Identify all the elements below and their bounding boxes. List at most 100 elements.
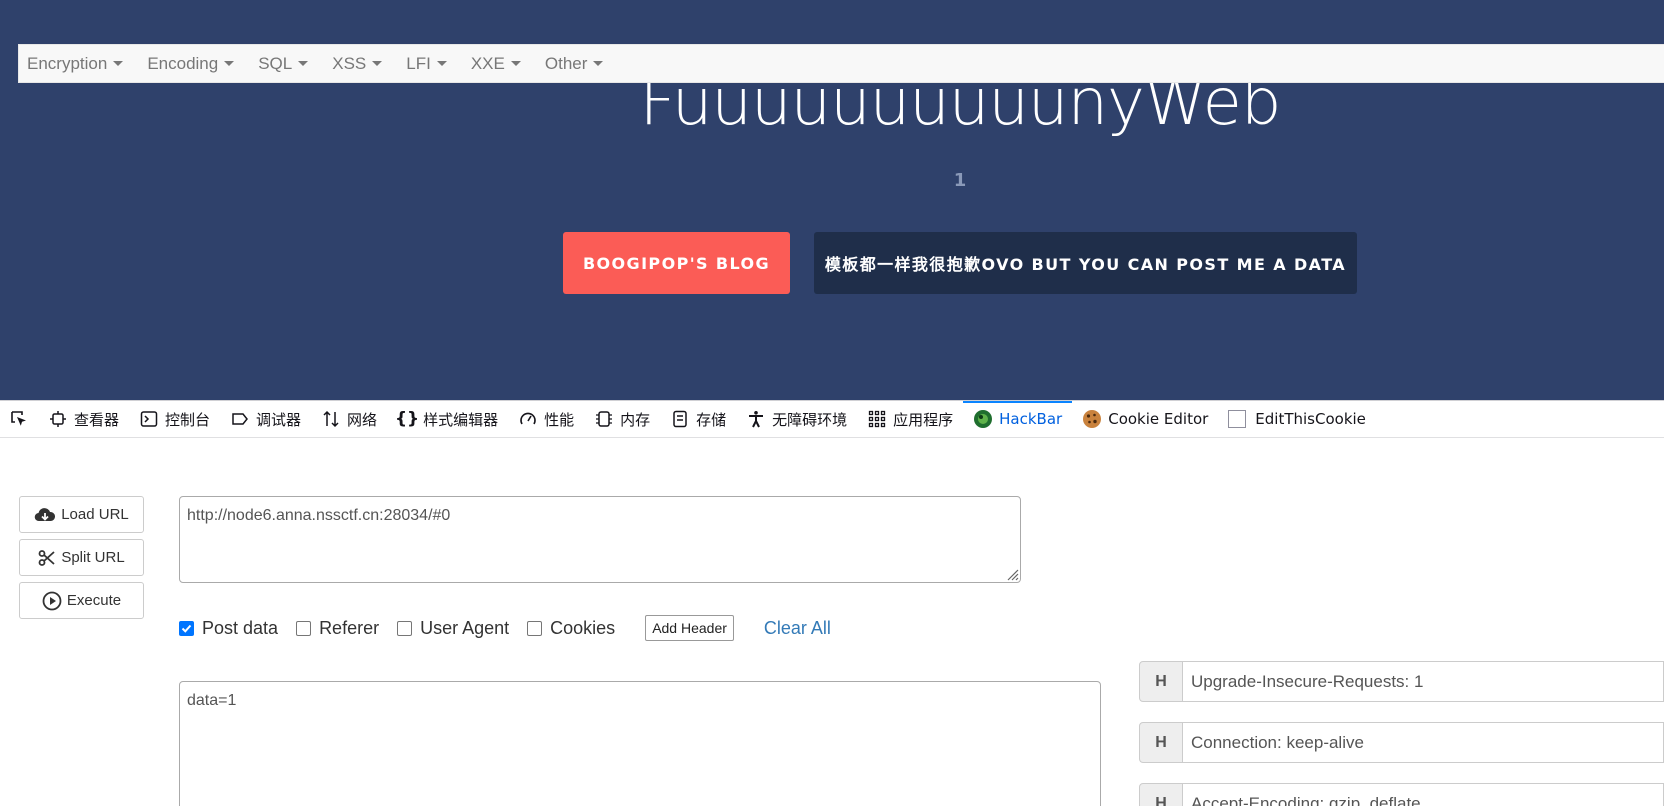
chevron-down-icon <box>510 61 521 66</box>
hackbar-menu: Encryption Encoding SQL XSS LFI XXE Othe… <box>18 44 1664 83</box>
style-editor-icon: {} <box>394 409 420 429</box>
header-toggle-button[interactable]: H <box>1139 783 1183 806</box>
tab-label: HackBar <box>999 410 1063 428</box>
tab-label: 样式编辑器 <box>423 410 499 429</box>
header-value-input[interactable]: Upgrade-Insecure-Requests: 1 <box>1183 661 1664 702</box>
hero-counter: 1 <box>953 170 967 191</box>
performance-icon <box>518 409 538 429</box>
tab-storage[interactable]: 存储 <box>660 401 736 438</box>
menu-label: Other <box>544 53 588 73</box>
checkbox-icon <box>397 620 413 636</box>
tab-application[interactable]: 应用程序 <box>857 401 963 438</box>
chevron-down-icon <box>593 61 604 66</box>
url-value: http://node6.anna.nssctf.cn:28034/#0 <box>187 507 451 524</box>
tab-label: 内存 <box>620 410 651 429</box>
memory-icon <box>594 409 614 429</box>
checkbox-icon <box>296 620 312 636</box>
header-row: H Accept-Encoding: gzip, deflate <box>1139 783 1664 806</box>
tab-cookie-editor[interactable]: Cookie Editor <box>1072 401 1218 438</box>
post-data-checkbox[interactable]: Post data <box>179 618 278 639</box>
menu-label: Encryption <box>27 53 108 73</box>
menu-encoding[interactable]: Encoding <box>139 54 242 74</box>
post-data-textarea[interactable]: data=1 <box>179 681 1101 806</box>
tab-label: 无障碍环境 <box>772 410 848 429</box>
post-data-value: data=1 <box>187 692 237 709</box>
chevron-down-icon <box>372 61 383 66</box>
tab-label: 网络 <box>347 410 378 429</box>
checkbox-icon <box>1228 410 1247 428</box>
tab-debugger[interactable]: 调试器 <box>220 401 311 438</box>
checkbox-label: Post data <box>202 617 279 638</box>
menu-other[interactable]: Other <box>537 54 612 74</box>
play-circle-icon <box>42 591 62 610</box>
chevron-down-icon <box>113 61 124 66</box>
hackbar-icon <box>973 409 993 429</box>
blog-button[interactable]: BOOGIPOP'S BLOG <box>563 232 790 294</box>
tab-label: 调试器 <box>256 410 302 429</box>
network-icon <box>321 409 341 429</box>
menu-sql[interactable]: SQL <box>250 54 316 74</box>
user-agent-checkbox[interactable]: User Agent <box>397 618 509 639</box>
tab-label: Cookie Editor <box>1108 410 1209 428</box>
tab-memory[interactable]: 内存 <box>584 401 660 438</box>
tab-performance[interactable]: 性能 <box>508 401 584 438</box>
debugger-icon <box>230 409 250 429</box>
button-label: Split URL <box>61 549 125 566</box>
checkbox-icon <box>527 620 543 636</box>
chevron-down-icon <box>298 61 309 66</box>
menu-label: SQL <box>258 53 293 73</box>
clear-all-link[interactable]: Clear All <box>764 618 831 639</box>
header-value-input[interactable]: Connection: keep-alive <box>1183 722 1664 763</box>
url-textarea[interactable]: http://node6.anna.nssctf.cn:28034/#0 <box>179 496 1021 583</box>
menu-label: XXE <box>470 53 505 73</box>
tab-editthiscookie[interactable]: EditThisCookie <box>1218 401 1376 438</box>
menu-xss[interactable]: XSS <box>324 54 390 74</box>
checkbox-label: Cookies <box>550 617 616 638</box>
checkbox-label: Referer <box>319 617 380 638</box>
chevron-down-icon <box>436 61 447 66</box>
header-row: H Upgrade-Insecure-Requests: 1 <box>1139 661 1664 702</box>
button-label: Execute <box>66 592 122 609</box>
header-toggle-button[interactable]: H <box>1139 661 1183 702</box>
menu-label: Encoding <box>147 53 219 73</box>
tab-label: 控制台 <box>165 410 211 429</box>
cloud-download-icon <box>34 507 56 521</box>
menu-lfi[interactable]: LFI <box>398 54 455 74</box>
element-picker-icon[interactable] <box>0 401 38 438</box>
checkbox-label: User Agent <box>420 617 510 638</box>
header-toggle-button[interactable]: H <box>1139 722 1183 763</box>
scissors-icon <box>38 549 55 566</box>
post-data-button[interactable]: 模板都一样我很抱歉OVO BUT YOU CAN POST ME A DATA <box>814 232 1357 294</box>
tab-label: 查看器 <box>74 410 120 429</box>
tab-hackbar[interactable]: HackBar <box>963 400 1073 438</box>
application-icon <box>867 409 887 429</box>
console-icon <box>139 409 159 429</box>
header-value-input[interactable]: Accept-Encoding: gzip, deflate <box>1183 783 1664 806</box>
execute-button[interactable]: Execute <box>19 582 144 619</box>
tab-accessibility[interactable]: 无障碍环境 <box>736 401 857 438</box>
tab-label: EditThisCookie <box>1255 410 1366 428</box>
add-header-button[interactable]: Add Header <box>645 615 734 641</box>
cookie-icon <box>1082 409 1102 429</box>
option-checkboxes: Post data Referer User Agent Cookies Add… <box>179 613 831 643</box>
button-label: Load URL <box>61 506 129 523</box>
tab-console[interactable]: 控制台 <box>129 401 220 438</box>
resize-grip-icon[interactable] <box>1005 567 1019 581</box>
tab-network[interactable]: 网络 <box>311 401 387 438</box>
accessibility-icon <box>746 409 766 429</box>
tab-style-editor[interactable]: {} 样式编辑器 <box>387 401 508 438</box>
menu-label: LFI <box>406 53 431 73</box>
menu-xxe[interactable]: XXE <box>463 54 529 74</box>
menu-encryption[interactable]: Encryption <box>19 54 131 74</box>
tab-label: 性能 <box>544 410 575 429</box>
cookies-checkbox[interactable]: Cookies <box>527 618 615 639</box>
tab-inspector[interactable]: 查看器 <box>38 401 129 438</box>
checkbox-checked-icon <box>179 620 194 636</box>
tab-label: 应用程序 <box>893 410 954 429</box>
split-url-button[interactable]: Split URL <box>19 539 144 576</box>
load-url-button[interactable]: Load URL <box>19 496 144 533</box>
referer-checkbox[interactable]: Referer <box>296 618 379 639</box>
devtools-tab-bar: 查看器 控制台 调试器 网络 {} 样式编辑器 性能 内存 存储 无障碍环境 应… <box>0 400 1664 438</box>
inspector-icon <box>48 409 68 429</box>
storage-icon <box>670 409 690 429</box>
